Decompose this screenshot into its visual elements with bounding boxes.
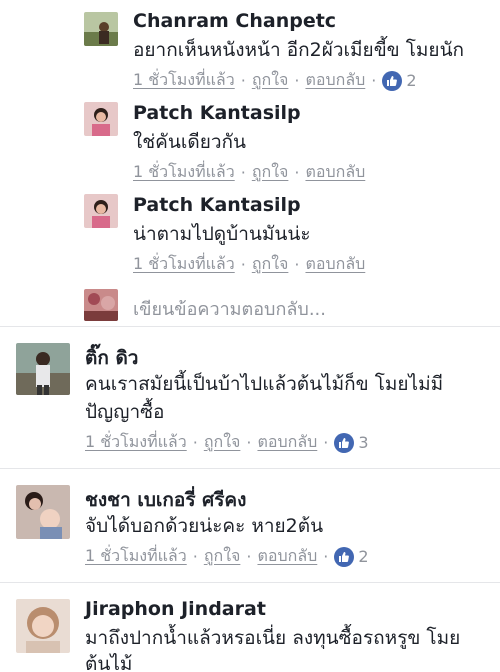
timestamp-link[interactable]: 1 ชั่วโมงที่แล้ว [133,160,235,185]
meta-dot: · [294,71,300,90]
avatar[interactable] [84,194,118,228]
meta-dot: · [294,163,300,182]
meta-dot: · [246,547,252,566]
comment-meta: 1 ชั่วโมงที่แล้ว · ถูกใจ · ตอบกลับ [133,252,365,277]
comment-text: จับได้บอกด้วยน่ะคะ หาย2ต้น [85,515,324,537]
reply-item: Chanram Chanpetc อยากเห็นหนังหน้า อีก2ผั… [0,0,500,100]
meta-dot: · [246,433,252,452]
thumbs-up-icon [382,70,403,91]
meta-dot: · [240,255,246,274]
meta-dot: · [323,433,329,452]
comment-item: ชงชา เบเกอรี่ ศรีคง จับได้บอกด้วยน่ะคะ ห… [0,469,500,581]
like-count: 2 [406,71,417,90]
meta-dot: · [294,255,300,274]
like-count: 3 [358,433,369,452]
comment-meta: 1 ชั่วโมงที่แล้ว · ถูกใจ · ตอบกลับ · 2 [85,544,369,569]
comment-meta: 1 ชั่วโมงที่แล้ว · ถูกใจ · ตอบกลับ · 2 [133,68,417,93]
my-avatar [84,289,118,321]
like-count: 2 [358,547,369,566]
timestamp-link[interactable]: 1 ชั่วโมงที่แล้ว [85,430,187,455]
comment-item: ติ๊ก ดิว คนเราสมัยนี้เป็นบ้าไปแล้วต้นไม้… [0,327,500,467]
meta-dot: · [192,547,198,566]
avatar[interactable] [16,485,70,539]
comment-meta: 1 ชั่วโมงที่แล้ว · ถูกใจ · ตอบกลับ [133,160,365,185]
meta-dot: · [240,163,246,182]
meta-dot: · [371,71,377,90]
avatar[interactable] [84,12,118,46]
reply-item: Patch Kantasilp ใช่คันเดียวกัน 1 ชั่วโมง… [0,100,500,190]
reply-input[interactable]: เขียนข้อความตอบกลับ... [133,294,326,323]
avatar[interactable] [16,599,70,653]
like-link[interactable]: ถูกใจ [252,252,289,277]
like-link[interactable]: ถูกใจ [204,544,241,569]
commenter-name[interactable]: Patch Kantasilp [133,194,301,216]
reply-link[interactable]: ตอบกลับ [305,160,365,185]
comment-item: Jiraphon Jindarat มาถึงปากน้ำแล้วหรอเนี่… [0,583,500,672]
timestamp-link[interactable]: 1 ชั่วโมงที่แล้ว [133,252,235,277]
comment-text: น่าตามไปดูบ้านมันน่ะ [133,223,311,245]
like-count-badge[interactable]: 3 [334,432,369,453]
reply-item: Patch Kantasilp น่าตามไปดูบ้านมันน่ะ 1 ช… [0,190,500,280]
meta-dot: · [240,71,246,90]
commenter-name[interactable]: Jiraphon Jindarat [85,598,266,620]
like-link[interactable]: ถูกใจ [252,160,289,185]
comment-text: อยากเห็นหนังหน้า อีก2ผัวเมียขี้ข โมยนัก [133,39,465,61]
reply-link[interactable]: ตอบกลับ [305,68,365,93]
commenter-name[interactable]: ติ๊ก ดิว [85,343,138,373]
reply-link[interactable]: ตอบกลับ [257,544,317,569]
commenter-name[interactable]: Chanram Chanpetc [133,10,336,32]
timestamp-link[interactable]: 1 ชั่วโมงที่แล้ว [85,544,187,569]
timestamp-link[interactable]: 1 ชั่วโมงที่แล้ว [133,68,235,93]
thumbs-up-icon [334,546,355,567]
thumbs-up-icon [334,432,355,453]
like-link[interactable]: ถูกใจ [204,430,241,455]
comment-text: มาถึงปากน้ำแล้วหรอเนี่ย ลงทุนซื้อรถหรูข … [85,627,461,649]
comment-text: คนเราสมัยนี้เป็นบ้าไปแล้วต้นไม้ก็ข โมยไม… [85,373,444,395]
reply-link[interactable]: ตอบกลับ [257,430,317,455]
like-link[interactable]: ถูกใจ [252,68,289,93]
commenter-name[interactable]: Patch Kantasilp [133,102,301,124]
reply-link[interactable]: ตอบกลับ [305,252,365,277]
like-count-badge[interactable]: 2 [382,70,417,91]
commenter-name[interactable]: ชงชา เบเกอรี่ ศรีคง [85,485,246,515]
avatar[interactable] [16,343,70,395]
meta-dot: · [323,547,329,566]
comment-meta: 1 ชั่วโมงที่แล้ว · ถูกใจ · ตอบกลับ · 3 [85,430,369,455]
meta-dot: · [192,433,198,452]
comment-text-line2: ต้นไม้ [85,653,133,672]
comment-text: ใช่คันเดียวกัน [133,131,246,153]
like-count-badge[interactable]: 2 [334,546,369,567]
comment-text-line2: ปัญญาซื้อ [85,401,165,423]
avatar[interactable] [84,102,118,136]
